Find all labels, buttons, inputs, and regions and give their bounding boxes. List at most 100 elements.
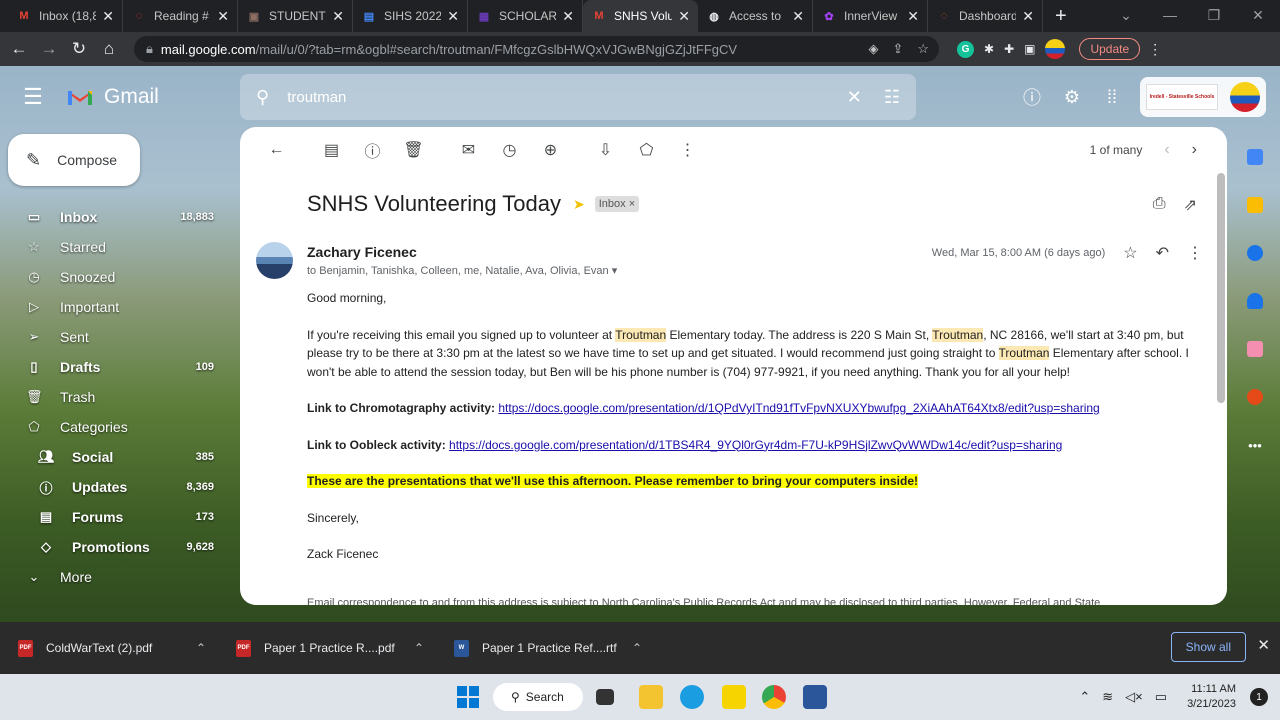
notification-badge[interactable]: 1: [1250, 688, 1268, 706]
grammarly-extension-icon[interactable]: G: [957, 40, 974, 58]
sidebar-item-updates[interactable]: ⓘ Updates 8,369: [0, 472, 224, 502]
tab-close-icon[interactable]: ✕: [907, 8, 919, 25]
contacts-app-icon[interactable]: [1238, 284, 1272, 318]
forward-button[interactable]: →: [34, 39, 64, 59]
download-item[interactable]: W Paper 1 Practice Ref....rtf ⌃: [436, 639, 654, 657]
file-explorer-icon[interactable]: [639, 685, 663, 709]
browser-tab[interactable]: ✿ InnerView ✕: [813, 0, 928, 32]
show-all-downloads-button[interactable]: Show all: [1170, 632, 1246, 662]
sidebar-item-drafts[interactable]: ▯ Drafts 109: [0, 352, 224, 382]
profile-avatar-icon[interactable]: [1045, 39, 1066, 59]
calendar-app-icon[interactable]: [1238, 140, 1272, 174]
older-chevron-icon[interactable]: ›: [1192, 141, 1197, 159]
tab-close-icon[interactable]: ✕: [562, 8, 574, 25]
newer-chevron-icon[interactable]: ‹: [1164, 141, 1169, 159]
labels-icon[interactable]: ⬠: [626, 140, 667, 160]
back-to-search-icon[interactable]: ←: [256, 141, 297, 159]
get-addons-icon[interactable]: •••: [1238, 428, 1272, 462]
browser-tab[interactable]: ◌ Reading # ✕: [123, 0, 238, 32]
sidebar-item-forums[interactable]: ▤ Forums 173: [0, 502, 224, 532]
keep-app-icon[interactable]: [1238, 188, 1272, 222]
apps-grid-icon[interactable]: ⁞⁞: [1092, 87, 1132, 108]
settings-gear-icon[interactable]: ⚙: [1052, 87, 1092, 108]
sidebar-item-promotions[interactable]: ◇ Promotions 9,628: [0, 532, 224, 562]
reply-icon[interactable]: ↶: [1156, 243, 1169, 263]
search-input[interactable]: troutman: [287, 89, 847, 106]
wifi-icon[interactable]: ≋: [1102, 689, 1113, 705]
tab-close-icon[interactable]: ✕: [102, 8, 114, 25]
close-window-button[interactable]: ✕: [1236, 0, 1280, 32]
chromatography-link[interactable]: https://docs.google.com/presentation/d/1…: [498, 401, 1099, 415]
mark-unread-icon[interactable]: ✉: [448, 140, 489, 160]
taskbar-search[interactable]: ⚲ Search: [493, 683, 583, 711]
browser-tab[interactable]: ◌ Dashboard ✕: [928, 0, 1043, 32]
tab-search-icon[interactable]: ⌄: [1104, 0, 1148, 32]
home-button[interactable]: ⌂: [94, 39, 124, 59]
download-options-chevron-icon[interactable]: ⌃: [196, 641, 206, 655]
clear-search-icon[interactable]: ✕: [847, 87, 862, 108]
snooze-icon[interactable]: ◷: [489, 140, 530, 160]
sidebar-item-categories[interactable]: ⬠ Categories: [0, 412, 224, 442]
open-new-window-icon[interactable]: ⇗: [1184, 195, 1197, 215]
new-tab-icon[interactable]: +: [1055, 5, 1067, 28]
sidebar-item-sent[interactable]: ➢ Sent: [0, 322, 224, 352]
main-menu-icon[interactable]: ☰: [0, 84, 66, 110]
sender-name[interactable]: Zachary Ficenec: [307, 244, 417, 260]
download-item[interactable]: PDF Paper 1 Practice R....pdf ⌃: [218, 639, 436, 657]
browser-tab[interactable]: M Inbox (18,8 ✕: [8, 0, 123, 32]
download-options-chevron-icon[interactable]: ⌃: [414, 641, 424, 655]
star-icon[interactable]: ☆: [1123, 243, 1137, 263]
sidebar-item-starred[interactable]: ☆ Starred: [0, 232, 224, 262]
account-avatar[interactable]: [1230, 82, 1260, 112]
search-icon[interactable]: ⚲: [256, 87, 269, 108]
show-details-icon[interactable]: ▾: [612, 265, 618, 277]
edge-browser-icon[interactable]: [680, 685, 704, 709]
maximize-button[interactable]: ❐: [1192, 0, 1236, 32]
sidebar-item-important[interactable]: ▷ Important: [0, 292, 224, 322]
tab-close-icon[interactable]: ✕: [217, 8, 229, 25]
browser-tab[interactable]: ▣ STUDENT ✕: [238, 0, 353, 32]
browser-tab[interactable]: ▤ SIHS 2022 ✕: [353, 0, 468, 32]
move-to-icon[interactable]: ⇩: [585, 140, 626, 160]
inbox-label-chip[interactable]: Inbox ×: [594, 196, 640, 212]
addon-fox-icon[interactable]: [1238, 380, 1272, 414]
browser-tab[interactable]: M SNHS Volu ✕: [583, 0, 698, 32]
install-app-icon[interactable]: ◈: [868, 41, 878, 57]
side-panel-icon[interactable]: ▣: [1024, 42, 1035, 56]
browser-tab[interactable]: ▦ SCHOLARS ✕: [468, 0, 583, 32]
tab-close-icon[interactable]: ✕: [678, 8, 690, 25]
taskbar-clock[interactable]: 11:11 AM 3/21/2023: [1187, 682, 1236, 712]
sidebar-item-social[interactable]: 👥︎ Social 385: [0, 442, 224, 472]
message-scrollbar[interactable]: [1217, 173, 1225, 593]
more-actions-icon[interactable]: ⋮: [667, 140, 708, 160]
task-view-icon[interactable]: [596, 689, 614, 705]
url-bar[interactable]: 🔒︎ mail.google.com /mail/u/0/?tab=rm&ogb…: [134, 36, 939, 62]
tab-close-icon[interactable]: ✕: [1022, 8, 1034, 25]
tasks-app-icon[interactable]: [1238, 236, 1272, 270]
report-spam-icon[interactable]: ⓘ: [352, 138, 393, 162]
account-switcher[interactable]: Iredell - Statesville Schools: [1140, 77, 1266, 117]
help-icon[interactable]: ⓘ: [1012, 84, 1052, 110]
search-options-icon[interactable]: ☷: [884, 87, 900, 108]
sidebar-item-inbox[interactable]: ▭ Inbox 18,883: [0, 202, 224, 232]
tray-overflow-icon[interactable]: ⌃: [1079, 689, 1090, 705]
close-download-shelf-icon[interactable]: ✕: [1257, 636, 1270, 654]
scrollbar-thumb[interactable]: [1217, 173, 1225, 403]
important-marker-icon[interactable]: ➤: [573, 196, 585, 213]
message-more-icon[interactable]: ⋮: [1187, 243, 1203, 263]
print-icon[interactable]: ⎙: [1153, 195, 1166, 215]
extension-icon[interactable]: ✱: [984, 42, 994, 56]
download-item[interactable]: PDF ColdWarText (2).pdf ⌃: [0, 639, 218, 657]
mail-search-bar[interactable]: ⚲ troutman ✕ ☷: [240, 74, 916, 120]
archive-icon[interactable]: ▤: [311, 140, 352, 160]
minimize-button[interactable]: —: [1148, 0, 1192, 32]
tab-close-icon[interactable]: ✕: [792, 8, 804, 25]
puzzle-extensions-icon[interactable]: ✚: [1004, 42, 1014, 56]
remove-label-icon[interactable]: ×: [629, 198, 635, 210]
tab-close-icon[interactable]: ✕: [332, 8, 344, 25]
browser-tab[interactable]: ◍ Access to ✕: [698, 0, 813, 32]
battery-icon[interactable]: ▭: [1155, 689, 1167, 705]
volume-icon[interactable]: ◁×: [1125, 689, 1143, 705]
word-app-icon[interactable]: [803, 685, 827, 709]
compose-button[interactable]: ✎ Compose: [8, 134, 140, 186]
